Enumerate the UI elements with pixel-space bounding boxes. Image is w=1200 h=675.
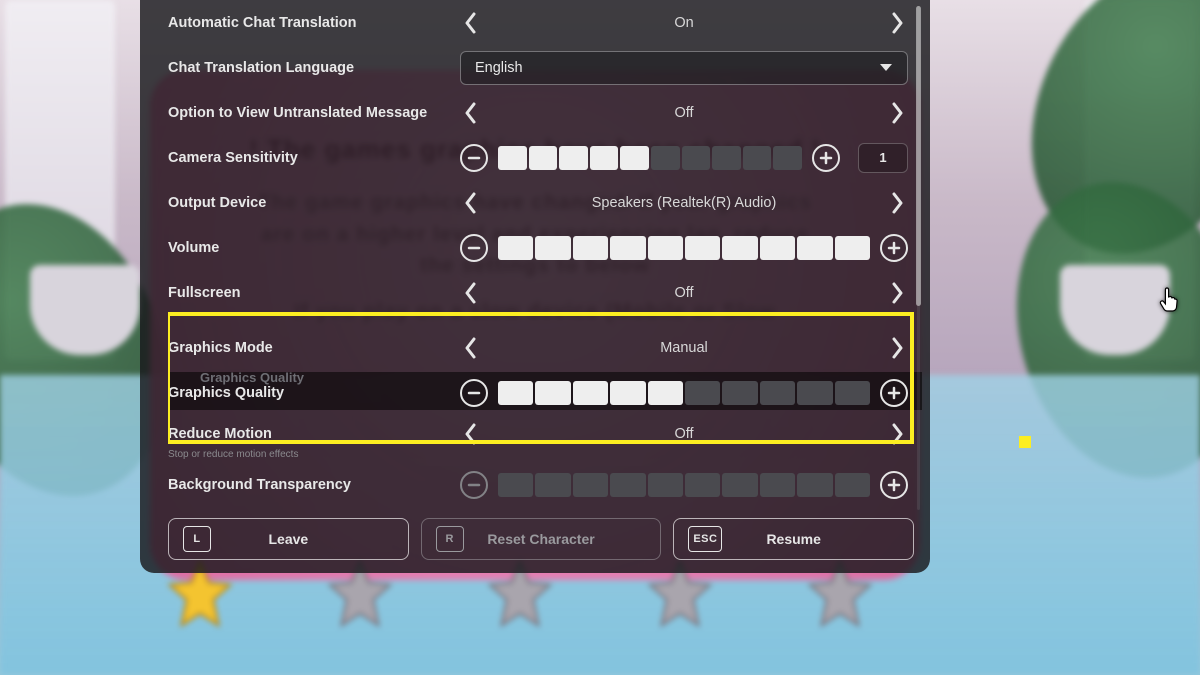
chevron-right-icon[interactable] (886, 415, 908, 453)
label-graphics-mode: Graphics Mode (168, 340, 460, 356)
row-graphics-mode: Graphics Mode Manual (168, 325, 908, 370)
chevron-left-icon[interactable] (460, 329, 482, 367)
dropdown-chat-language[interactable]: English (460, 51, 908, 85)
slider-volume[interactable] (496, 236, 872, 260)
chevron-left-icon[interactable] (460, 4, 482, 42)
bottom-action-bar: L Leave R Reset Character ESC Resume (168, 510, 922, 560)
row-camera-sensitivity: Camera Sensitivity 1 (168, 135, 908, 180)
cursor-hand-icon (1158, 286, 1182, 319)
key-l: L (183, 526, 211, 552)
numeric-camera-sensitivity[interactable]: 1 (858, 143, 908, 173)
label-chat-translation-language: Chat Translation Language (168, 60, 460, 76)
value-auto-chat-translation: On (490, 15, 878, 31)
chevron-right-icon[interactable] (886, 329, 908, 367)
bg-graphics-quality-label: Graphics Quality (200, 370, 304, 385)
label-view-untranslated: Option to View Untranslated Message (168, 105, 460, 121)
chevron-left-icon[interactable] (460, 94, 482, 132)
chevron-left-icon[interactable] (460, 415, 482, 453)
chevron-left-icon[interactable] (460, 274, 482, 312)
slider-camera-sensitivity[interactable] (496, 146, 804, 170)
row-view-untranslated: Option to View Untranslated Message Off (168, 90, 908, 135)
plus-button[interactable] (880, 234, 908, 262)
label-auto-chat-translation: Automatic Chat Translation (168, 15, 460, 31)
value-reduce-motion: Off (490, 426, 878, 442)
label-volume: Volume (168, 240, 460, 256)
scrollbar-thumb[interactable] (916, 6, 921, 306)
chevron-right-icon[interactable] (886, 4, 908, 42)
label-graphics-quality: Graphics Quality (168, 385, 284, 401)
value-fullscreen: Off (490, 285, 878, 301)
chevron-right-icon[interactable] (886, 274, 908, 312)
label-background-transparency: Background Transparency (168, 477, 460, 493)
chevron-right-icon[interactable] (886, 184, 908, 222)
row-volume: Volume (168, 225, 908, 270)
plus-button[interactable] (880, 379, 908, 407)
key-r: R (436, 526, 464, 552)
slider-graphics-quality[interactable] (496, 381, 872, 405)
chevron-left-icon[interactable] (460, 184, 482, 222)
label-output-device: Output Device (168, 195, 460, 211)
label-fullscreen: Fullscreen (168, 285, 460, 301)
minus-button[interactable] (460, 471, 488, 499)
minus-button[interactable] (460, 144, 488, 172)
minus-button[interactable] (460, 379, 488, 407)
value-output-device: Speakers (Realtek(R) Audio) (490, 195, 878, 211)
resume-button[interactable]: ESC Resume (673, 518, 914, 560)
row-reduce-motion: Reduce Motion Off (168, 415, 908, 453)
chevron-down-icon (879, 63, 893, 73)
label-reduce-motion: Reduce Motion (168, 426, 460, 442)
reset-character-button[interactable]: R Reset Character (421, 518, 662, 560)
yellow-marker (1019, 436, 1031, 448)
key-esc: ESC (688, 526, 722, 552)
dropdown-value: English (475, 60, 523, 76)
row-output-device: Output Device Speakers (Realtek(R) Audio… (168, 180, 908, 225)
row-graphics-quality: Graphics Quality Graphics Quality (168, 370, 908, 415)
leave-button[interactable]: L Leave (168, 518, 409, 560)
chevron-right-icon[interactable] (886, 94, 908, 132)
row-background-transparency: Background Transparency (168, 462, 908, 507)
row-fullscreen: Fullscreen Off (168, 270, 908, 315)
value-graphics-mode: Manual (490, 340, 878, 356)
plus-button[interactable] (880, 471, 908, 499)
slider-background-transparency[interactable] (496, 473, 872, 497)
label-camera-sensitivity: Camera Sensitivity (168, 150, 460, 166)
settings-panel: Automatic Chat Translation On Chat Trans… (140, 0, 930, 573)
row-auto-chat-translation: Automatic Chat Translation On (168, 0, 908, 45)
value-view-untranslated: Off (490, 105, 878, 121)
plus-button[interactable] (812, 144, 840, 172)
minus-button[interactable] (460, 234, 488, 262)
row-chat-translation-language: Chat Translation Language English (168, 45, 908, 90)
